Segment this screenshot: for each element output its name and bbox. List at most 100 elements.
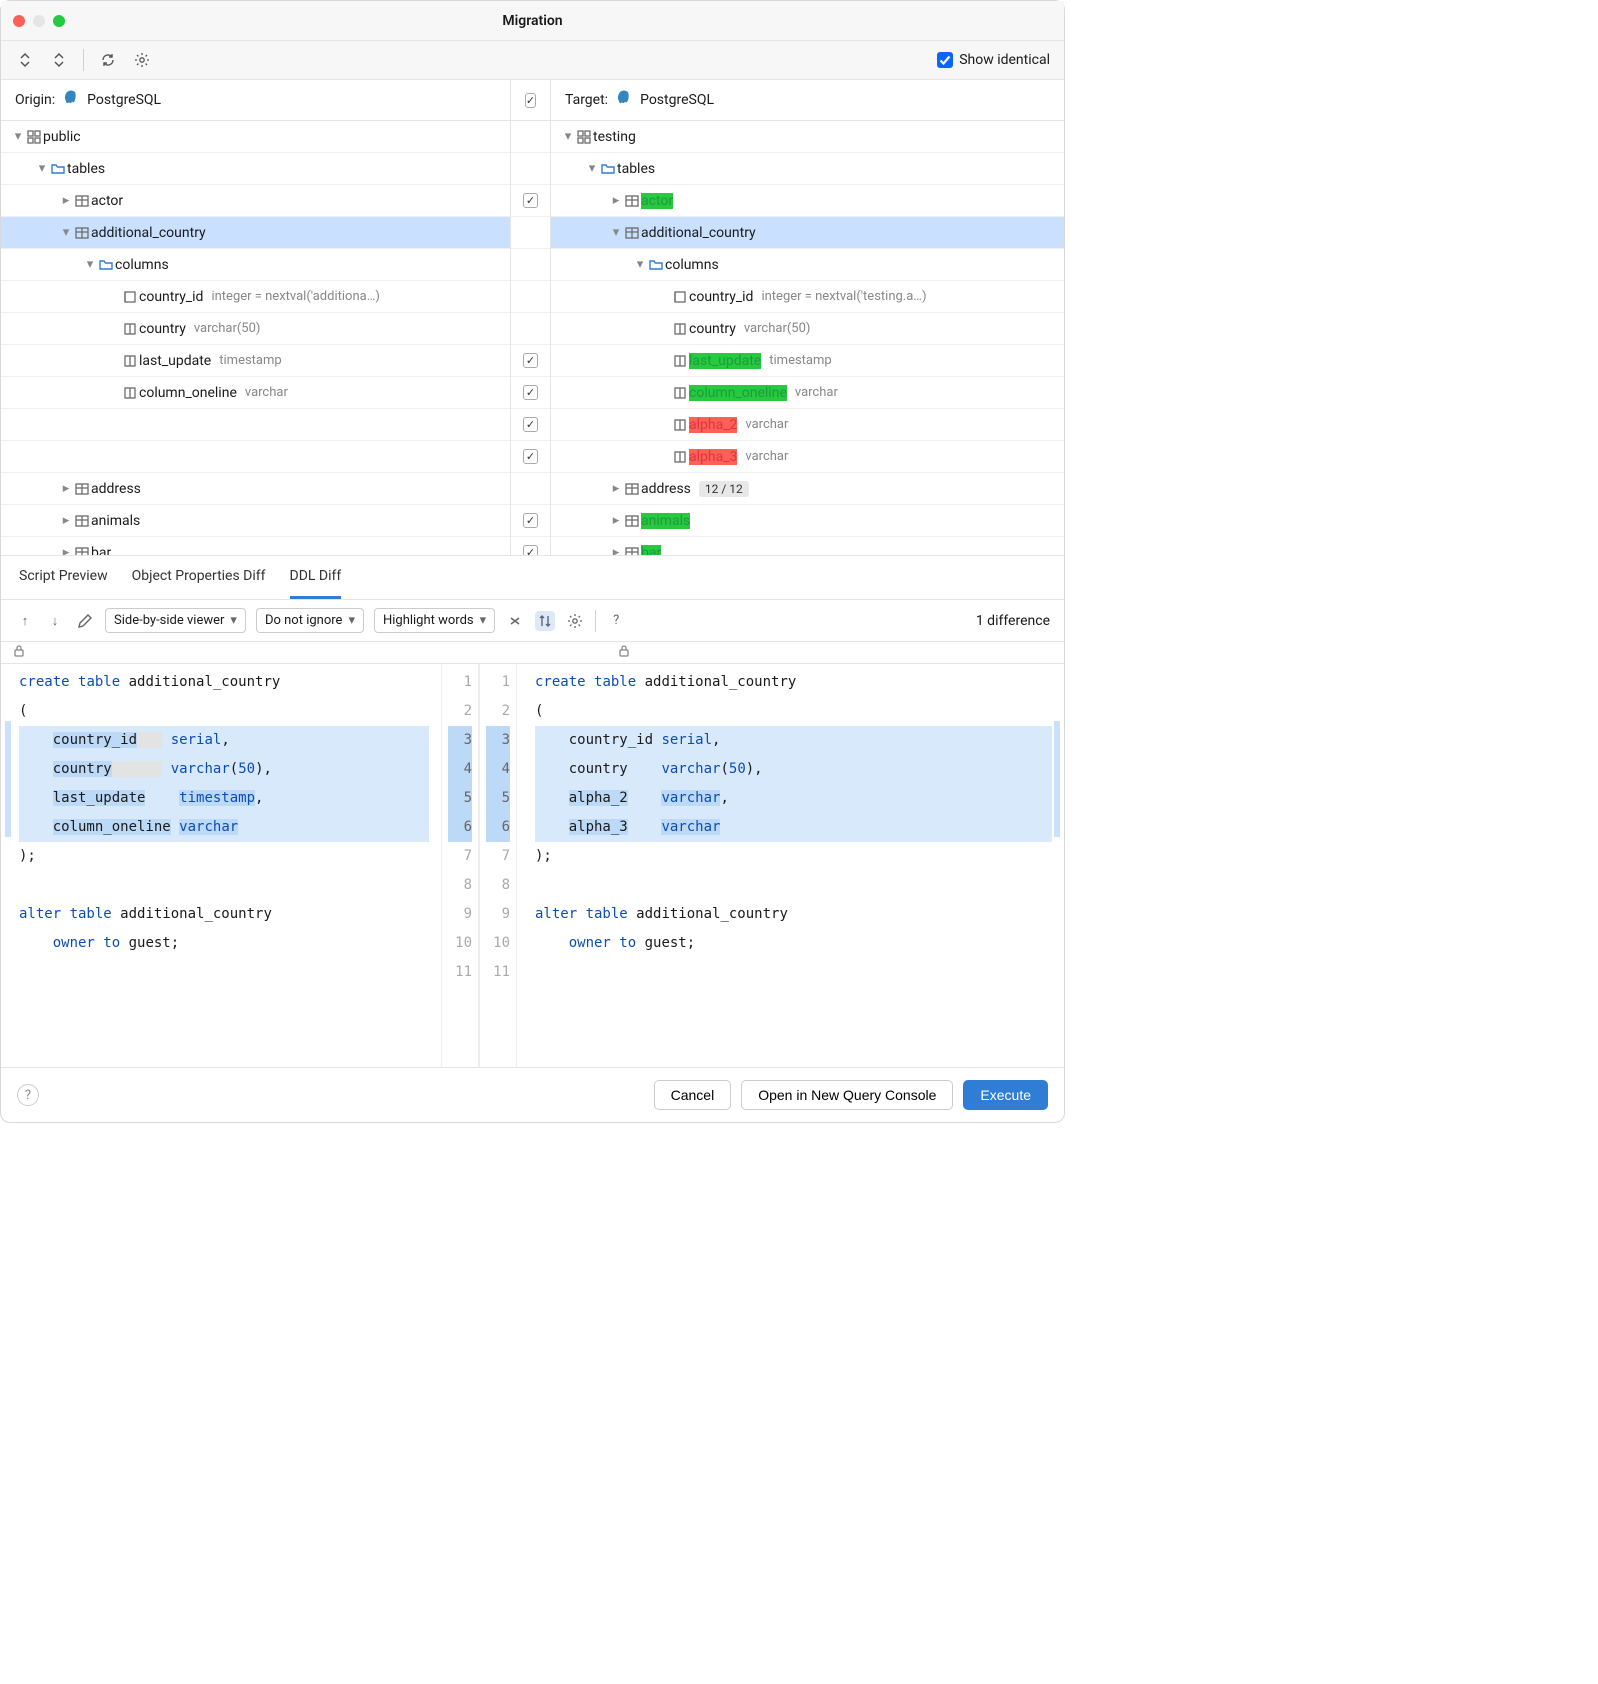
selection-checkbox-column bbox=[511, 121, 551, 555]
sync-scroll-icon[interactable] bbox=[535, 611, 555, 631]
tree-row-tables[interactable]: ▾tables bbox=[551, 153, 1064, 185]
tree-row[interactable]: ▸actor bbox=[1, 185, 510, 217]
tree-row[interactable]: ▾additional_country bbox=[551, 217, 1064, 249]
tree-row[interactable]: ▸bar bbox=[551, 537, 1064, 555]
execute-button[interactable]: Execute bbox=[963, 1080, 1048, 1110]
table-icon bbox=[73, 193, 91, 209]
chevron-down-icon[interactable]: ▾ bbox=[561, 129, 575, 144]
tree-row-schema[interactable]: ▾public bbox=[1, 121, 510, 153]
row-checkbox[interactable] bbox=[523, 385, 538, 400]
highlight-mode-select[interactable]: Highlight words bbox=[374, 608, 495, 633]
chevron-right-icon[interactable]: ▸ bbox=[59, 513, 73, 528]
left-code-pane[interactable]: create table additional_country( country… bbox=[1, 664, 441, 1067]
right-code-pane[interactable]: create table additional_country( country… bbox=[517, 664, 1064, 1067]
viewer-mode-select[interactable]: Side-by-side viewer bbox=[105, 608, 246, 633]
tree-row[interactable]: country_idinteger = nextval('additiona…) bbox=[1, 281, 510, 313]
row-checkbox[interactable] bbox=[523, 417, 538, 432]
ignore-mode-select[interactable]: Do not ignore bbox=[256, 608, 364, 633]
lock-icon bbox=[11, 643, 27, 663]
folder-icon bbox=[49, 161, 67, 177]
target-tree[interactable]: ▾testing▾tables▸actor▾additional_country… bbox=[551, 121, 1064, 555]
tab-object-properties-diff[interactable]: Object Properties Diff bbox=[132, 556, 266, 599]
tree-row[interactable]: ▾additional_country bbox=[1, 217, 510, 249]
window-title: Migration bbox=[1, 13, 1064, 29]
tree-row[interactable]: ▸address12 / 12 bbox=[551, 473, 1064, 505]
schema-icon bbox=[25, 129, 43, 145]
source-target-headers: Origin: PostgreSQL Target: PostgreSQL bbox=[1, 80, 1064, 121]
settings-icon[interactable] bbox=[132, 50, 152, 70]
tree-row[interactable]: alpha_2varchar bbox=[551, 409, 1064, 441]
chevron-right-icon[interactable]: ▸ bbox=[59, 481, 73, 496]
target-label: Target: bbox=[565, 92, 608, 108]
tree-row[interactable]: ▾columns bbox=[1, 249, 510, 281]
edit-icon[interactable] bbox=[75, 611, 95, 631]
chevron-down-icon[interactable]: ▾ bbox=[59, 225, 73, 240]
chevron-right-icon[interactable]: ▸ bbox=[59, 545, 73, 555]
chevron-right-icon[interactable]: ▸ bbox=[609, 513, 623, 528]
chevron-down-icon[interactable]: ▾ bbox=[633, 257, 647, 272]
chevron-down-icon[interactable]: ▾ bbox=[35, 161, 49, 176]
tab-script-preview[interactable]: Script Preview bbox=[19, 556, 108, 599]
table-icon bbox=[73, 481, 91, 497]
row-checkbox[interactable] bbox=[523, 353, 538, 368]
open-in-console-button[interactable]: Open in New Query Console bbox=[741, 1080, 953, 1110]
tree-row[interactable]: countryvarchar(50) bbox=[551, 313, 1064, 345]
chevron-down-icon[interactable]: ▾ bbox=[585, 161, 599, 176]
tree-row[interactable]: ▸bar bbox=[1, 537, 510, 555]
tree-row[interactable]: country_idinteger = nextval('testing.a…) bbox=[551, 281, 1064, 313]
refresh-icon[interactable] bbox=[98, 50, 118, 70]
postgresql-icon bbox=[63, 90, 79, 110]
ddl-diff-editor[interactable]: create table additional_country( country… bbox=[1, 664, 1064, 1067]
chevron-right-icon[interactable]: ▸ bbox=[609, 481, 623, 496]
tree-row[interactable]: countryvarchar(50) bbox=[1, 313, 510, 345]
row-checkbox[interactable] bbox=[523, 545, 538, 555]
chevron-down-icon[interactable]: ▾ bbox=[609, 225, 623, 240]
tree-row[interactable]: last_updatetimestamp bbox=[551, 345, 1064, 377]
help-icon[interactable]: ? bbox=[606, 611, 626, 631]
header-checkbox[interactable] bbox=[525, 93, 536, 108]
titlebar: Migration bbox=[1, 1, 1064, 41]
chevron-right-icon[interactable]: ▸ bbox=[609, 193, 623, 208]
row-checkbox[interactable] bbox=[523, 449, 538, 464]
column-icon bbox=[671, 385, 689, 401]
tree-row[interactable]: last_updatetimestamp bbox=[1, 345, 510, 377]
tree-row[interactable]: ▸address bbox=[1, 473, 510, 505]
tree-row[interactable]: ▸animals bbox=[1, 505, 510, 537]
tree-row-schema[interactable]: ▾testing bbox=[551, 121, 1064, 153]
folder-icon bbox=[599, 161, 617, 177]
tree-row[interactable]: ▾columns bbox=[551, 249, 1064, 281]
row-checkbox[interactable] bbox=[523, 513, 538, 528]
origin-tree[interactable]: ▾public▾tables▸actor▾additional_country▾… bbox=[1, 121, 511, 555]
tree-row[interactable]: alpha_3varchar bbox=[551, 441, 1064, 473]
tab-ddl-diff[interactable]: DDL Diff bbox=[290, 556, 342, 599]
prev-diff-icon[interactable]: ↑ bbox=[15, 611, 35, 631]
right-line-numbers: 1234567891011 bbox=[479, 664, 517, 1067]
folder-icon bbox=[97, 257, 115, 273]
tree-row[interactable]: ▸actor bbox=[551, 185, 1064, 217]
diff-settings-icon[interactable] bbox=[565, 611, 585, 631]
show-identical-toggle[interactable]: Show identical bbox=[937, 52, 1050, 68]
tree-row[interactable]: column_onelinevarchar bbox=[1, 377, 510, 409]
show-identical-label: Show identical bbox=[959, 52, 1050, 68]
table-icon bbox=[73, 545, 91, 556]
tree-row-tables[interactable]: ▾tables bbox=[1, 153, 510, 185]
column-icon bbox=[671, 417, 689, 433]
column-icon bbox=[671, 321, 689, 337]
tree-row[interactable]: column_onelinevarchar bbox=[551, 377, 1064, 409]
collapse-unchanged-icon[interactable] bbox=[505, 611, 525, 631]
row-checkbox[interactable] bbox=[523, 193, 538, 208]
help-button[interactable]: ? bbox=[17, 1084, 39, 1106]
collapse-all-icon[interactable] bbox=[49, 50, 69, 70]
chevron-down-icon[interactable]: ▾ bbox=[83, 257, 97, 272]
count-badge: 12 / 12 bbox=[699, 481, 749, 497]
cancel-button[interactable]: Cancel bbox=[654, 1080, 732, 1110]
chevron-down-icon[interactable]: ▾ bbox=[11, 129, 25, 144]
next-diff-icon[interactable]: ↓ bbox=[45, 611, 65, 631]
schema-tree-compare: ▾public▾tables▸actor▾additional_country▾… bbox=[1, 121, 1064, 556]
diff-tabs: Script Preview Object Properties Diff DD… bbox=[1, 556, 1064, 600]
chevron-right-icon[interactable]: ▸ bbox=[609, 545, 623, 555]
tree-row[interactable]: ▸animals bbox=[551, 505, 1064, 537]
expand-all-icon[interactable] bbox=[15, 50, 35, 70]
chevron-right-icon[interactable]: ▸ bbox=[59, 193, 73, 208]
table-icon bbox=[623, 481, 641, 497]
